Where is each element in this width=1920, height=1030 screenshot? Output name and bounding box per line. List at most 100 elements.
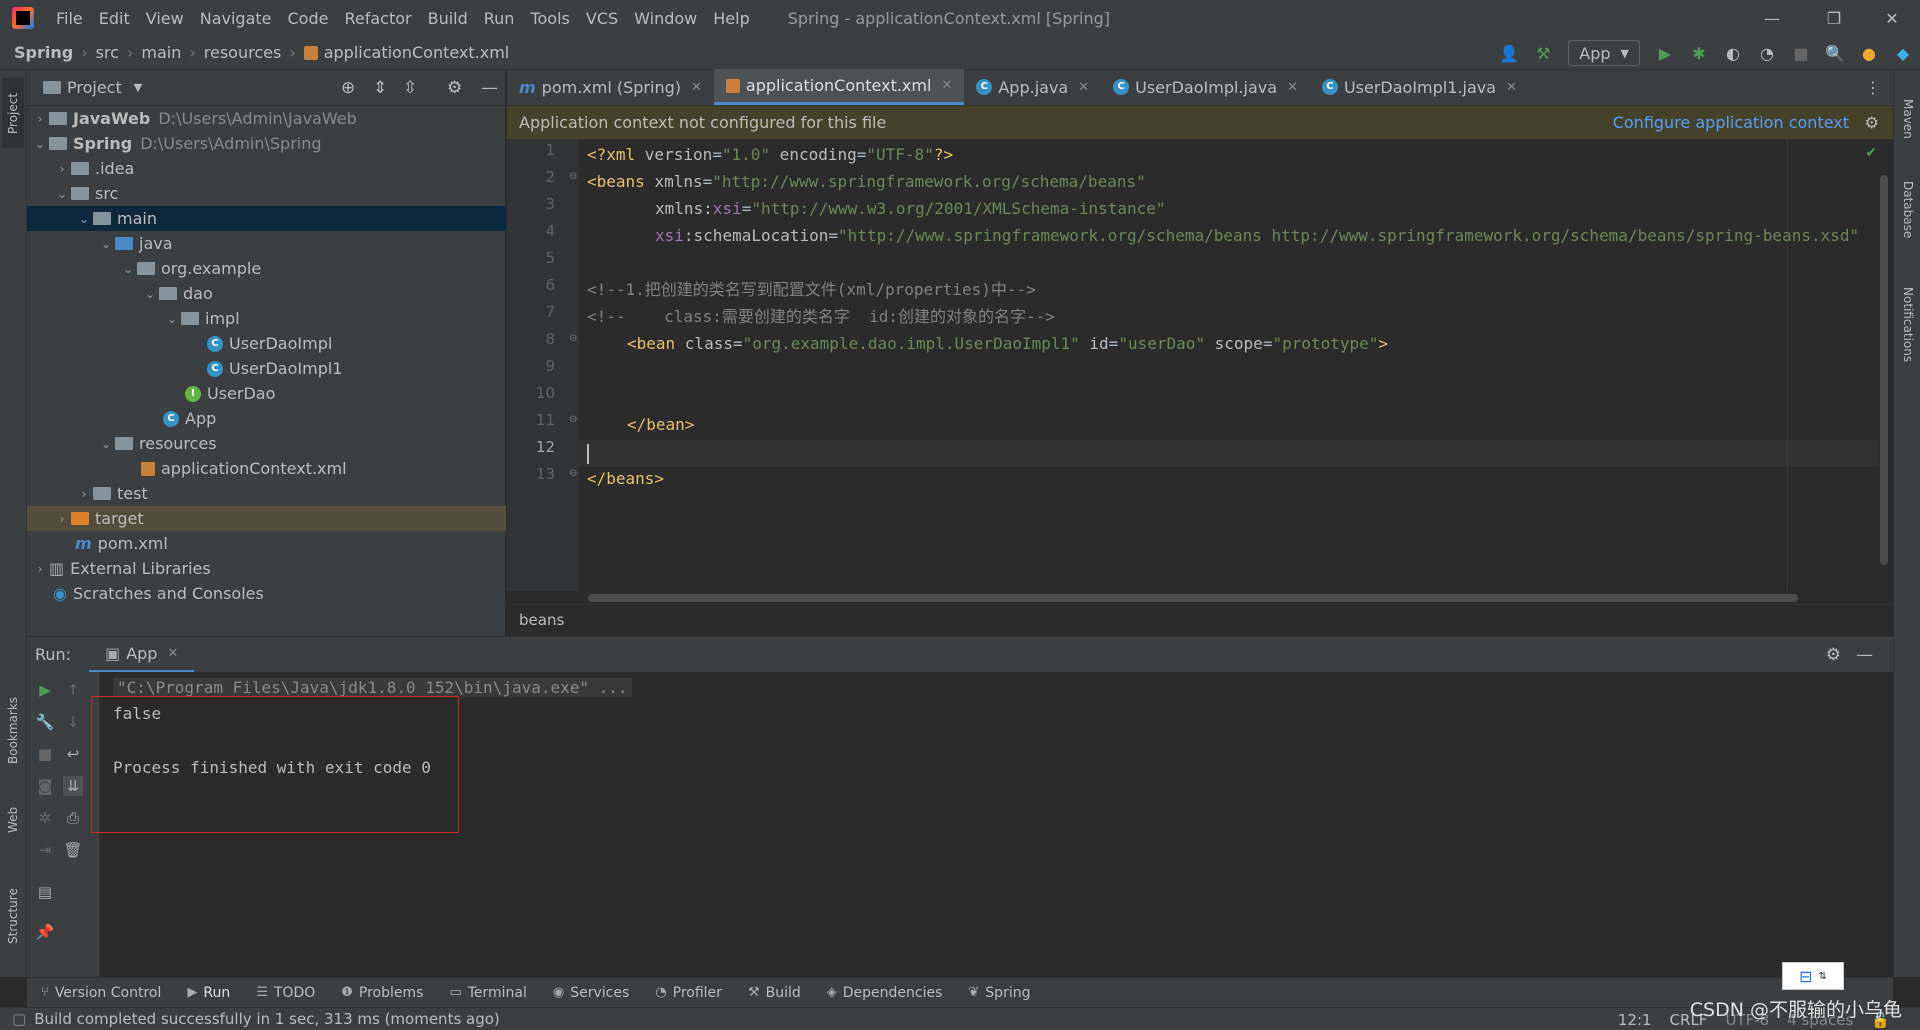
scroll-to-end-icon[interactable]: ⇊ <box>63 776 83 796</box>
hide-panel-icon[interactable]: — <box>481 78 498 98</box>
plugin-icon[interactable]: ◆ <box>1891 41 1915 65</box>
fold-icon[interactable]: ⊖ <box>569 171 577 182</box>
close-icon[interactable]: ✕ <box>167 646 178 661</box>
tab-services[interactable]: ◉ Services <box>553 985 629 1001</box>
status-message[interactable]: Build completed successfully in 1 sec, 3… <box>34 1010 500 1028</box>
print-icon[interactable]: ⎙ <box>63 808 83 828</box>
tab-profiler[interactable]: ◔ Profiler <box>655 985 722 1001</box>
breadcrumb-beans[interactable]: beans <box>519 611 564 629</box>
breadcrumb-project[interactable]: Spring <box>14 43 73 62</box>
notifications-tool-tab[interactable]: Notifications <box>1897 270 1919 380</box>
locate-file-icon[interactable]: ⊕ <box>341 78 355 98</box>
menu-view[interactable]: View <box>138 9 192 28</box>
web-tool-tab[interactable]: Web <box>2 798 24 842</box>
horizontal-scrollbar[interactable] <box>588 594 1798 602</box>
chevron-down-icon[interactable]: ⌄ <box>97 237 115 251</box>
close-icon[interactable]: ✕ <box>691 80 702 95</box>
tab-userdaoimpl1-java[interactable]: C UserDaoImpl1.java ✕ <box>1310 69 1529 105</box>
menu-file[interactable]: File <box>48 9 91 28</box>
tree-item-spring[interactable]: ⌄ Spring D:\Users\Admin\Spring <box>27 131 506 156</box>
database-tool-tab[interactable]: Database <box>1897 170 1919 250</box>
breadcrumb-resources[interactable]: resources <box>204 43 282 62</box>
menu-run[interactable]: Run <box>476 9 523 28</box>
tree-item-userdaoimpl[interactable]: C UserDaoImpl <box>27 331 506 356</box>
status-toggle-icon[interactable]: ▢ <box>12 1010 26 1028</box>
tab-pom-xml[interactable]: m pom.xml (Spring) ✕ <box>507 69 714 105</box>
tree-item-pom[interactable]: m pom.xml <box>27 531 506 556</box>
wrench-icon[interactable]: 🔧 <box>35 712 55 732</box>
expand-all-icon[interactable]: ⇕ <box>373 78 387 98</box>
tree-item-resources[interactable]: ⌄ resources <box>27 431 506 456</box>
stop-icon[interactable]: ■ <box>1789 41 1813 65</box>
chevron-down-icon[interactable]: ⌄ <box>119 262 137 276</box>
menu-build[interactable]: Build <box>420 9 476 28</box>
chevron-down-icon[interactable]: ⌄ <box>53 187 71 201</box>
tab-build[interactable]: ⚒ Build <box>748 985 801 1001</box>
exit-icon[interactable]: ⇥ <box>35 840 55 860</box>
project-tool-tab[interactable]: Project <box>2 78 24 148</box>
chevron-down-icon[interactable]: ⌄ <box>97 437 115 451</box>
tab-run[interactable]: ▶ Run <box>187 985 230 1001</box>
rerun-icon[interactable]: ▶ <box>35 680 55 700</box>
gear-icon[interactable]: ⚙ <box>447 78 462 98</box>
run-tab-app[interactable]: ▣ App ✕ <box>89 637 195 673</box>
tree-item-applicationcontext[interactable]: applicationContext.xml <box>27 456 506 481</box>
close-window-button[interactable]: ✕ <box>1864 0 1920 36</box>
fold-icon[interactable]: ⊖ <box>569 414 577 425</box>
arrow-down-icon[interactable]: ↓ <box>63 712 83 732</box>
minimize-button[interactable]: — <box>1744 0 1800 36</box>
tab-dependencies[interactable]: ◈ Dependencies <box>827 985 943 1001</box>
tab-spring[interactable]: ❦ Spring <box>968 985 1030 1001</box>
stop-icon[interactable]: ■ <box>35 744 55 764</box>
close-icon[interactable]: ✕ <box>1287 80 1298 95</box>
tree-item-app[interactable]: C App <box>27 406 506 431</box>
tab-problems[interactable]: ❶ Problems <box>341 985 423 1001</box>
tree-item-main[interactable]: ⌄ main <box>27 206 506 231</box>
build-hammer-icon[interactable]: ⚒ <box>1531 41 1555 65</box>
tree-item-src[interactable]: ⌄ src <box>27 181 506 206</box>
maven-tool-tab[interactable]: Maven <box>1897 84 1919 154</box>
run-configuration-select[interactable]: App ▼ <box>1568 40 1640 66</box>
breadcrumb-src[interactable]: src <box>96 43 119 62</box>
tree-item-impl[interactable]: ⌄ impl <box>27 306 506 331</box>
close-icon[interactable]: ✕ <box>941 78 952 93</box>
gear-icon[interactable]: ⚙ <box>1865 113 1879 132</box>
tree-item-dao[interactable]: ⌄ dao <box>27 281 506 306</box>
close-icon[interactable]: ✕ <box>1078 80 1089 95</box>
chevron-right-icon[interactable]: › <box>53 512 71 526</box>
tree-item-userdao[interactable]: I UserDao <box>27 381 506 406</box>
chevron-down-icon[interactable]: ⌄ <box>163 312 181 326</box>
hide-panel-icon[interactable]: — <box>1856 645 1873 665</box>
project-panel-title[interactable]: Project <box>67 78 122 97</box>
menu-edit[interactable]: Edit <box>91 9 138 28</box>
caret-position[interactable]: 12:1 <box>1618 1011 1652 1029</box>
code-editor[interactable]: <?xml version="1.0" encoding="UTF-8"?> <… <box>579 139 1879 591</box>
tab-applicationcontext-xml[interactable]: applicationContext.xml ✕ <box>713 69 965 105</box>
fold-icon[interactable]: ⊖ <box>569 468 577 479</box>
ime-indicator[interactable]: ⊟ ⇅ <box>1782 962 1844 990</box>
pin-icon[interactable]: 📌 <box>35 922 55 942</box>
tree-item-test[interactable]: › test <box>27 481 506 506</box>
tree-item-userdaoimpl1[interactable]: C UserDaoImpl1 <box>27 356 506 381</box>
soft-wrap-icon[interactable]: ↩ <box>63 744 83 764</box>
run-icon[interactable]: ▶ <box>1653 41 1677 65</box>
tab-app-java[interactable]: C App.java ✕ <box>964 69 1101 105</box>
collapse-all-icon[interactable]: ⇳ <box>403 78 417 98</box>
chevron-right-icon[interactable]: › <box>75 487 93 501</box>
menu-vcs[interactable]: VCS <box>578 9 626 28</box>
gear-icon[interactable]: ⚙ <box>1826 645 1841 665</box>
tab-todo[interactable]: ☰ TODO <box>256 985 315 1001</box>
chevron-down-icon[interactable]: ⌄ <box>75 212 93 226</box>
user-icon[interactable]: 👤 <box>1497 41 1521 65</box>
fold-icon[interactable]: ⊖ <box>569 333 577 344</box>
configure-context-link[interactable]: Configure application context <box>1613 113 1849 132</box>
chevron-right-icon[interactable]: › <box>53 162 71 176</box>
chevron-down-icon[interactable]: ⌄ <box>31 137 49 151</box>
bookmarks-tool-tab[interactable]: Bookmarks <box>2 690 24 770</box>
chevron-down-icon[interactable]: ⌄ <box>141 287 159 301</box>
arrow-up-icon[interactable]: ↑ <box>63 680 83 700</box>
chevron-right-icon[interactable]: › <box>31 562 49 576</box>
restore-button[interactable]: ❐ <box>1806 0 1862 36</box>
profile-icon[interactable]: ◔ <box>1755 41 1779 65</box>
tree-item-org-example[interactable]: ⌄ org.example <box>27 256 506 281</box>
